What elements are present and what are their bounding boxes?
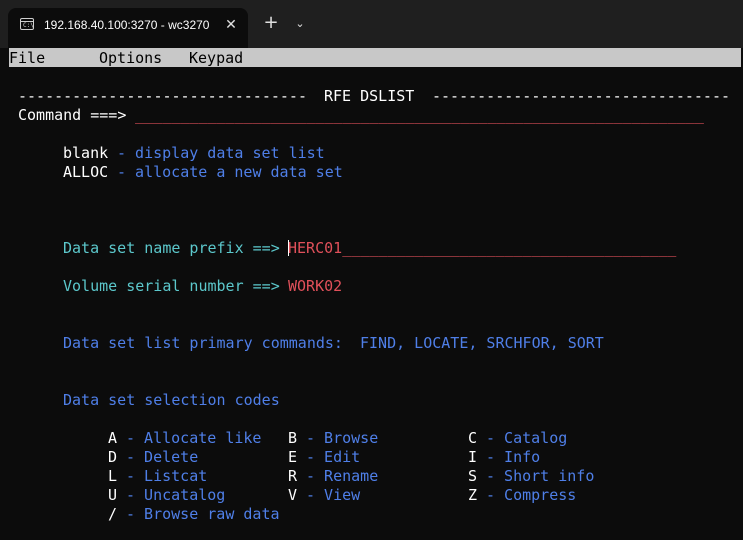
window-titlebar: C:\ 192.168.40.100:3270 - wc3270 ✕ + ⌄ <box>0 0 743 48</box>
code-letter: U <box>108 486 118 504</box>
code-desc: - Browse <box>306 429 379 447</box>
code-letter: A <box>108 429 118 447</box>
code-letter: R <box>288 467 298 485</box>
header-left-rule: -------------------------------- <box>18 87 307 105</box>
terminal-tab[interactable]: C:\ 192.168.40.100:3270 - wc3270 ✕ <box>8 8 248 48</box>
volume-input[interactable]: WORK02 <box>288 277 342 296</box>
code-letter: S <box>468 467 478 485</box>
code-desc: - View <box>306 486 361 504</box>
command-label: Command ===> <box>18 106 127 124</box>
menu-bar: File Options Keypad <box>0 48 743 68</box>
code-letter: L <box>108 467 118 485</box>
terminal-screen: -------------------------------- RFE DSL… <box>0 68 743 540</box>
code-letter: E <box>288 448 298 466</box>
code-letter: D <box>108 448 118 466</box>
code-desc: - Browse raw data <box>126 505 280 523</box>
help-desc-blank: - display data set list <box>117 144 325 162</box>
terminal-icon: C:\ <box>20 18 34 30</box>
code-desc: - Short info <box>486 467 595 485</box>
code-desc: - Uncatalog <box>126 486 226 504</box>
selection-codes-header: Data set selection codes <box>63 391 280 409</box>
new-tab-icon[interactable]: + <box>262 13 280 33</box>
primary-commands-label: Data set list primary commands: <box>63 334 343 352</box>
code-desc: - Compress <box>486 486 577 504</box>
code-letter: Z <box>468 486 478 504</box>
menu-keypad[interactable]: Keypad <box>189 49 243 67</box>
code-desc: - Edit <box>306 448 361 466</box>
code-desc: - Info <box>486 448 541 466</box>
code-desc: - Delete <box>126 448 199 466</box>
panel-title: RFE DSLIST <box>324 87 415 105</box>
chevron-down-icon[interactable]: ⌄ <box>292 14 308 34</box>
tab-title: 192.168.40.100:3270 - wc3270 <box>44 18 210 32</box>
prefix-fill: _____________________________________ <box>342 239 677 257</box>
header-right-rule: --------------------------------- <box>432 87 731 105</box>
code-letter: C <box>468 429 478 447</box>
menu-file[interactable]: File <box>9 49 45 67</box>
primary-commands-list: FIND, LOCATE, SRCHFOR, SORT <box>360 334 604 352</box>
volume-label: Volume serial number ==> <box>63 277 280 295</box>
help-key-blank: blank <box>63 144 109 162</box>
code-desc: - Rename <box>306 467 379 485</box>
code-letter: B <box>288 429 298 447</box>
code-desc: - Listcat <box>126 467 208 485</box>
code-letter: V <box>288 486 298 504</box>
code-desc: - Catalog <box>486 429 568 447</box>
prefix-value: HERC01 <box>288 239 343 257</box>
code-letter: / <box>108 505 118 523</box>
code-desc: - Allocate like <box>126 429 262 447</box>
close-tab-icon[interactable]: ✕ <box>222 15 240 33</box>
menu-bar-strip: File Options Keypad <box>9 48 741 67</box>
menu-options[interactable]: Options <box>99 49 162 67</box>
command-input[interactable]: ________________________________________… <box>135 106 704 125</box>
help-desc-alloc: - allocate a new data set <box>117 163 343 181</box>
help-key-alloc: ALLOC <box>63 163 109 181</box>
prefix-input[interactable]: HERC01__________________________________… <box>288 239 676 258</box>
code-letter: I <box>468 448 478 466</box>
prefix-label: Data set name prefix ==> <box>63 239 280 257</box>
